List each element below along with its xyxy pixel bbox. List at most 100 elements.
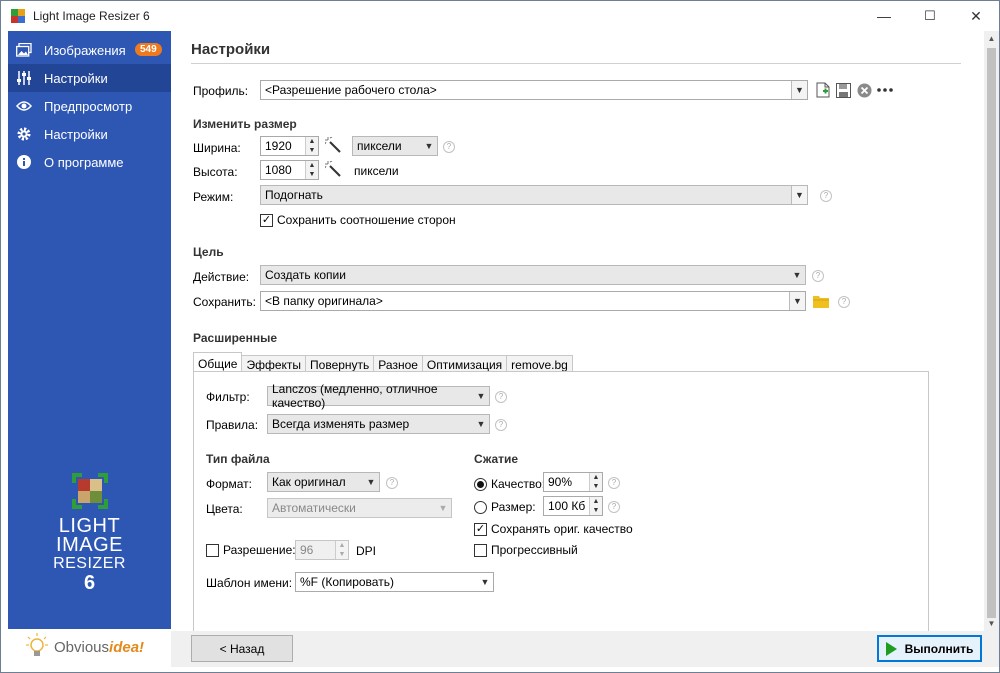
magic-wand-icon[interactable]	[324, 160, 341, 180]
vertical-scrollbar[interactable]: ▲ ▼	[984, 31, 999, 631]
filter-value: Lanczos (медленно, отличное качество)	[272, 382, 438, 410]
new-profile-icon[interactable]	[815, 82, 831, 98]
scroll-up-icon[interactable]: ▲	[984, 31, 999, 46]
height-value: 1080	[265, 163, 292, 177]
vendor-name-accent: idea!	[109, 639, 145, 656]
quality-label: Качество:	[491, 477, 546, 491]
checkbox-empty-icon	[474, 543, 487, 557]
radio-selected-icon	[474, 477, 487, 491]
width-unit-select[interactable]: пиксели ▼	[352, 136, 438, 156]
profile-select[interactable]: <Разрешение рабочего стола> ▼	[260, 80, 808, 100]
stepper-arrows-icon[interactable]: ▲ ▼	[589, 473, 602, 491]
run-button-label: Выполнить	[904, 641, 974, 656]
keep-aspect-ratio-checkbox[interactable]: ✓ Сохранить соотношение сторон	[260, 213, 456, 227]
sidebar-item-label: О программе	[44, 154, 124, 170]
profile-label: Профиль:	[193, 84, 249, 98]
progressive-checkbox[interactable]: Прогрессивный	[474, 543, 578, 557]
sidebar-item-label: Изображения	[44, 42, 126, 58]
logo-text-image: IMAGE	[56, 534, 123, 556]
maximize-button[interactable]: ☐	[907, 1, 953, 31]
stepper-arrows-icon[interactable]: ▲ ▼	[305, 161, 318, 179]
help-icon[interactable]: ?	[495, 419, 507, 431]
help-icon[interactable]: ?	[608, 477, 620, 489]
resolution-value: 96	[300, 543, 314, 557]
back-button[interactable]: < Назад	[191, 635, 293, 662]
profile-value: <Разрешение рабочего стола>	[265, 83, 437, 97]
chevron-down-icon: ▼	[792, 270, 802, 280]
help-icon[interactable]: ?	[812, 270, 824, 282]
more-options-icon[interactable]	[877, 82, 893, 98]
save-location-select[interactable]: <В папку оригинала> ▼	[260, 291, 806, 311]
height-stepper[interactable]: 1080 ▲ ▼	[260, 160, 319, 180]
scroll-down-icon[interactable]: ▼	[984, 616, 999, 631]
stepper-arrows-icon[interactable]: ▲ ▼	[305, 137, 318, 155]
checkmark-icon: ✓	[474, 522, 487, 536]
tab-effects[interactable]: Эффекты	[242, 355, 307, 372]
sidebar-item-label: Предпросмотр	[44, 98, 133, 114]
help-icon[interactable]: ?	[443, 141, 455, 153]
tab-general[interactable]: Общие	[193, 352, 243, 372]
keep-original-quality-checkbox[interactable]: ✓ Сохранять ориг. качество	[474, 522, 633, 536]
tab-misc[interactable]: Разное	[374, 355, 423, 372]
resolution-checkbox[interactable]: Разрешение:	[206, 543, 296, 557]
height-label: Высота:	[193, 165, 238, 179]
close-button[interactable]: ✕	[953, 1, 999, 31]
size-radio[interactable]: Размер:	[474, 500, 536, 514]
tab-removebg[interactable]: remove.bg	[507, 355, 573, 372]
page-title: Настройки	[191, 41, 271, 58]
delete-profile-icon[interactable]	[856, 82, 872, 98]
colors-select[interactable]: Автоматически ▼	[267, 498, 452, 518]
sidebar-item-images[interactable]: Изображения 549	[8, 36, 171, 64]
images-icon	[16, 42, 32, 58]
compression-section-title: Сжатие	[474, 452, 519, 466]
sidebar-item-about[interactable]: О программе	[8, 148, 171, 176]
minimize-button[interactable]: —	[861, 1, 907, 31]
width-stepper[interactable]: 1920 ▲ ▼	[260, 136, 319, 156]
sidebar-item-resize-settings[interactable]: Настройки	[8, 64, 171, 92]
action-select[interactable]: Создать копии ▼	[260, 265, 806, 285]
tab-rotate[interactable]: Повернуть	[306, 355, 375, 372]
save-profile-icon[interactable]	[835, 82, 851, 98]
rules-select[interactable]: Всегда изменять размер ▼	[267, 414, 490, 434]
sidebar-item-settings[interactable]: Настройки	[8, 120, 171, 148]
mode-label: Режим:	[193, 190, 234, 204]
width-unit-value: пиксели	[357, 139, 402, 153]
vendor-logo[interactable]: Obvious idea!	[8, 629, 171, 666]
chevron-down-icon: ▼	[480, 577, 490, 587]
help-icon[interactable]: ?	[838, 296, 850, 308]
image-count-badge: 549	[135, 43, 162, 56]
help-icon[interactable]: ?	[386, 477, 398, 489]
settings-panel: Настройки Профиль: <Разрешение рабочего …	[171, 31, 984, 641]
name-template-select[interactable]: %F (Копировать) ▼	[295, 572, 494, 592]
run-button[interactable]: Выполнить	[877, 635, 982, 662]
quality-radio[interactable]: Качество:	[474, 477, 545, 491]
resolution-stepper[interactable]: 96 ▲ ▼	[295, 540, 349, 560]
folder-icon[interactable]	[813, 293, 829, 309]
logo-version: 6	[83, 572, 96, 594]
help-icon[interactable]: ?	[495, 391, 507, 403]
tab-optimization[interactable]: Оптимизация	[422, 355, 508, 372]
format-select[interactable]: Как оригинал ▼	[267, 472, 380, 492]
rules-value: Всегда изменять размер	[272, 417, 410, 431]
stepper-arrows-icon[interactable]: ▲ ▼	[335, 541, 348, 559]
sidebar-item-preview[interactable]: Предпросмотр	[8, 92, 171, 120]
filter-select[interactable]: Lanczos (медленно, отличное качество) ▼	[267, 382, 490, 410]
advanced-tabs: Общие Эффекты Повернуть Разное Оптимизац…	[193, 352, 573, 372]
help-icon[interactable]: ?	[608, 501, 620, 513]
format-label: Формат:	[206, 477, 252, 491]
eye-icon	[16, 98, 32, 114]
stepper-arrows-icon[interactable]: ▲ ▼	[589, 497, 602, 515]
title-bar: Light Image Resizer 6 — ☐ ✕	[1, 1, 999, 31]
sidebar-item-label: Настройки	[44, 70, 108, 86]
logo-text-resizer: RESIZER	[53, 555, 126, 572]
product-logo-icon	[70, 471, 110, 511]
chevron-down-icon: ▼	[438, 503, 448, 513]
mode-select[interactable]: Подогнать ▼	[260, 185, 808, 205]
keep-aspect-ratio-label: Сохранить соотношение сторон	[277, 213, 456, 227]
quality-stepper[interactable]: 90% ▲ ▼	[543, 472, 603, 492]
help-icon[interactable]: ?	[820, 190, 832, 202]
scrollbar-thumb[interactable]	[987, 48, 996, 618]
magic-wand-icon[interactable]	[324, 136, 341, 156]
size-stepper[interactable]: 100 Кб ▲ ▼	[543, 496, 603, 516]
save-location-label: Сохранить:	[193, 295, 256, 309]
